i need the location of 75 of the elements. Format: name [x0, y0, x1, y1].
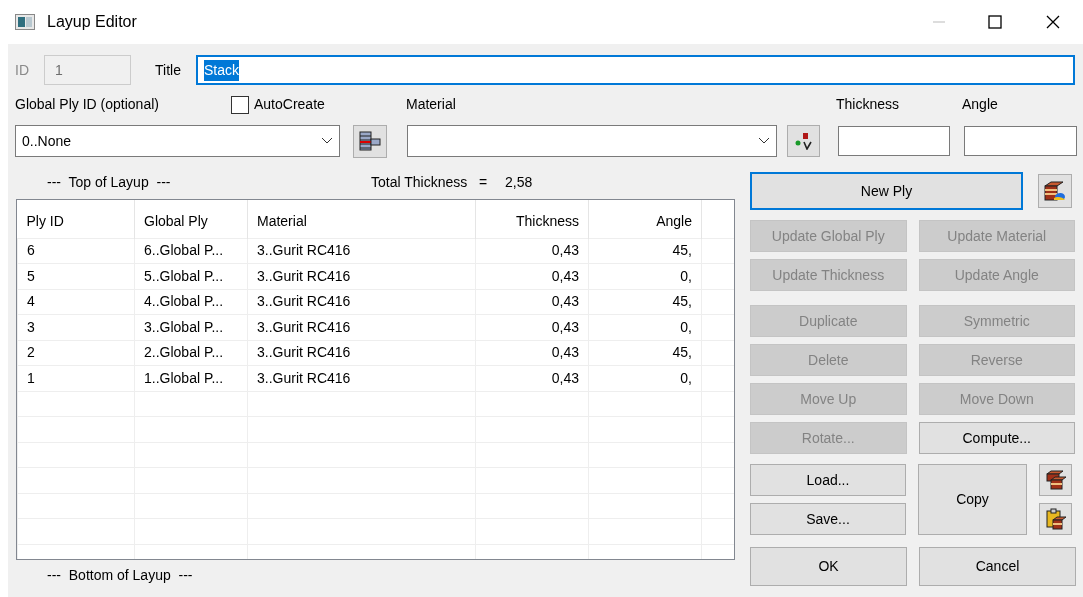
table-cell: 0,43: [475, 263, 589, 289]
column-header[interactable]: Global Ply: [134, 200, 248, 238]
angle-field[interactable]: [964, 126, 1077, 156]
table-cell: 1..Global P...: [134, 365, 248, 391]
new-ply-button[interactable]: New Ply: [750, 172, 1023, 210]
table-cell: 45,: [588, 238, 702, 264]
table-cell: 6..Global P...: [134, 238, 248, 264]
chevron-icon: [758, 137, 770, 145]
top-of-layup-label: --- Top of Layup ---: [47, 173, 172, 192]
table-cell: 45,: [588, 289, 702, 315]
paste-icon-button[interactable]: [1039, 503, 1072, 535]
thickness-label: Thickness: [836, 95, 901, 114]
copy-icon-button[interactable]: [1039, 464, 1072, 496]
total-thickness-value: 2,58: [505, 173, 533, 192]
table-cell: 0,43: [475, 238, 589, 264]
autocreate-label: AutoCreate: [254, 95, 325, 114]
layup-tool-button[interactable]: [1038, 174, 1072, 208]
table-cell: 45,: [588, 340, 702, 366]
table-cell: 3..Gurit RC416: [247, 314, 476, 340]
table-cell: 3..Gurit RC416: [247, 238, 476, 264]
table-cell: 0,: [588, 263, 702, 289]
table-cell: 0,: [588, 314, 702, 340]
app-icon: [15, 14, 35, 30]
column-header[interactable]: Angle: [588, 200, 702, 238]
column-header[interactable]: Thickness: [475, 200, 589, 238]
properties-button[interactable]: [787, 125, 820, 157]
table-cell: 3..Gurit RC416: [247, 365, 476, 391]
file-button[interactable]: Load...: [750, 464, 906, 496]
table-cell: 3..Gurit RC416: [247, 263, 476, 289]
column-header[interactable]: Ply ID: [17, 200, 135, 238]
table-cell: 2..Global P...: [134, 340, 248, 366]
title-field[interactable]: Stack: [196, 55, 1075, 85]
id-label: ID: [15, 60, 30, 80]
table-cell: 3..Gurit RC416: [247, 289, 476, 315]
table-cell: 3: [17, 314, 135, 340]
table-cell: 0,: [588, 365, 702, 391]
global-ply-label: Global Ply ID (optional): [15, 95, 160, 114]
material-constants-icon: [793, 132, 814, 150]
file-button[interactable]: Save...: [750, 503, 906, 535]
total-thickness-label: Total Thickness =: [371, 173, 488, 192]
window-title: Layup Editor: [47, 12, 137, 32]
global-ply-dropdown[interactable]: 0..None: [15, 125, 340, 157]
chevron-icon: [321, 137, 333, 145]
table-cell: 0,43: [475, 289, 589, 315]
table-cell: 6: [17, 238, 135, 264]
close-icon[interactable]: [1046, 15, 1060, 29]
table-cell: 5: [17, 263, 135, 289]
copy-button[interactable]: Copy: [918, 464, 1027, 535]
material-dropdown[interactable]: [407, 125, 777, 157]
table-cell: 5..Global P...: [134, 263, 248, 289]
table-cell: 2: [17, 340, 135, 366]
thickness-field[interactable]: [838, 126, 950, 156]
layers-icon: [1043, 180, 1067, 202]
table-cell: 0,43: [475, 340, 589, 366]
table-cell: 3..Global P...: [134, 314, 248, 340]
layers-button[interactable]: [353, 124, 387, 158]
angle-label: Angle: [962, 95, 998, 114]
table-cell: 4: [17, 289, 135, 315]
cancel-button[interactable]: Cancel: [919, 547, 1076, 586]
table-cell: 1: [17, 365, 135, 391]
autocreate-checkbox[interactable]: [231, 95, 249, 114]
ok-button[interactable]: OK: [750, 547, 907, 586]
table-cell: 0,43: [475, 314, 589, 340]
column-header[interactable]: Material: [247, 200, 476, 238]
stacked-layers-icon: [1044, 470, 1067, 490]
clipboard-icon: [1044, 508, 1067, 530]
layers-icon: [359, 131, 381, 151]
table-cell: 0,43: [475, 365, 589, 391]
table-cell: 4..Global P...: [134, 289, 248, 315]
material-label: Material: [406, 95, 457, 114]
maximize-icon[interactable]: [988, 15, 1002, 29]
bottom-of-layup-label: --- Bottom of Layup ---: [47, 565, 193, 585]
table-cell: 3..Gurit RC416: [247, 340, 476, 366]
title-label: Title: [155, 60, 182, 80]
action-button[interactable]: Compute...: [918, 422, 1075, 454]
